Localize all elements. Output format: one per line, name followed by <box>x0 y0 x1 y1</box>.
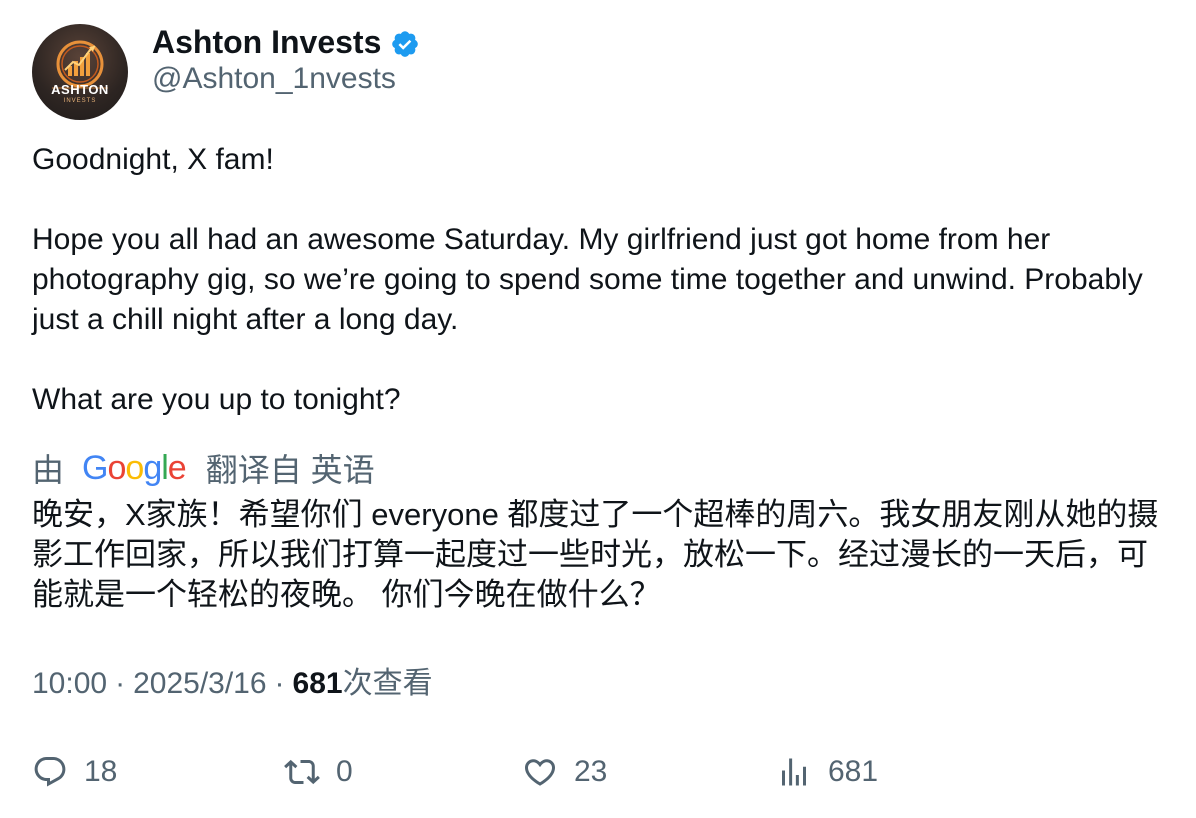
avatar-text: ASHTON <box>51 82 109 97</box>
ashton-invests-logo <box>52 40 108 89</box>
like-button[interactable]: 23 <box>522 750 607 794</box>
avatar[interactable]: ASHTON INVESTS <box>32 24 128 120</box>
tweet-date[interactable]: 2025/3/16 <box>133 667 266 700</box>
reply-button[interactable]: 18 <box>32 750 117 794</box>
tweet-paragraph: Hope you all had an awesome Saturday. My… <box>32 223 1143 336</box>
avatar-subtext: INVESTS <box>63 98 97 104</box>
tweet-meta: 10:00 · 2025/3/16 · 681次查看 <box>32 664 433 704</box>
like-count: 23 <box>574 755 608 788</box>
views-action-count: 681 <box>828 755 879 788</box>
author-handle[interactable]: @Ashton_1nvests <box>152 62 396 96</box>
reply-icon <box>32 754 68 790</box>
meta-separator: · <box>115 667 126 700</box>
repost-count: 0 <box>336 755 353 788</box>
repost-button[interactable]: 0 <box>284 750 353 794</box>
author-name-row: Ashton Invests <box>152 22 420 62</box>
views-count: 681 <box>292 667 343 700</box>
tweet-paragraph: Goodnight, X fam! <box>32 143 274 176</box>
views-bar-chart-icon <box>776 754 812 790</box>
tweet-time[interactable]: 10:00 <box>32 667 107 700</box>
translated-text: 晚安，X家族！希望你们 everyone 都度过了一个超棒的周六。我女朋友刚从她… <box>32 497 1159 612</box>
verified-badge-icon[interactable] <box>390 29 420 59</box>
author-display-name[interactable]: Ashton Invests <box>152 24 381 61</box>
repost-icon <box>284 754 320 790</box>
translated-from-label[interactable]: 翻译自 英语 <box>206 445 375 491</box>
translation-attribution: 由 Google 翻译自 英语 <box>32 446 375 490</box>
reply-count: 18 <box>84 755 118 788</box>
views-label: 次查看 <box>342 667 433 700</box>
meta-separator: · <box>274 667 285 700</box>
heart-icon <box>522 754 558 790</box>
tweet-text: Goodnight, X fam! Hope you all had an aw… <box>32 140 1162 420</box>
google-logo[interactable]: Google <box>82 446 187 490</box>
views-button[interactable]: 681 <box>776 750 878 794</box>
tweet-paragraph: What are you up to tonight? <box>32 383 401 416</box>
translated-by-label: 由 <box>32 452 65 488</box>
